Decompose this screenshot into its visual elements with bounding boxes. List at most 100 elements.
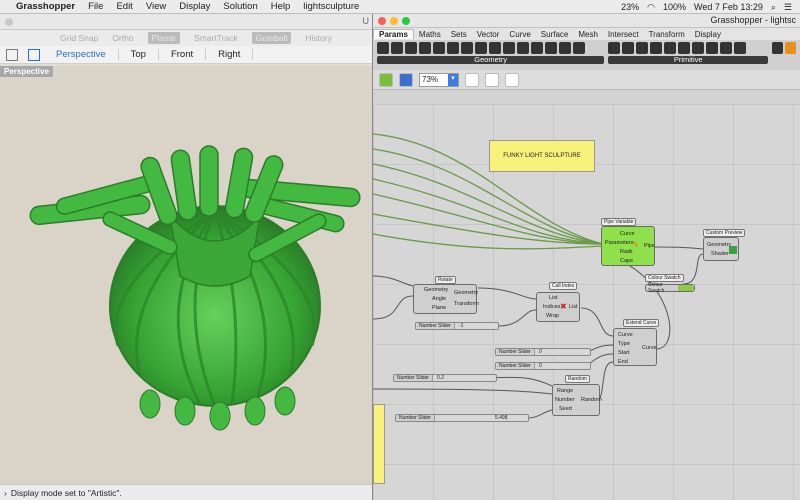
number-slider[interactable]: Number Slider 5.498 xyxy=(395,414,529,422)
single-view-icon[interactable] xyxy=(28,48,40,61)
param-icon[interactable] xyxy=(573,42,585,54)
tab-perspective[interactable]: Perspective xyxy=(44,49,119,60)
param-icon[interactable] xyxy=(461,42,473,54)
download-icon[interactable] xyxy=(772,42,783,54)
close-button[interactable] xyxy=(5,18,13,26)
cull-input-wrap[interactable]: Wrap xyxy=(546,313,559,319)
tab-surface[interactable]: Surface xyxy=(536,30,574,39)
tab-front[interactable]: Front xyxy=(159,49,207,60)
number-slider[interactable]: Number Slider 0.2 xyxy=(393,374,497,382)
extend-input-start[interactable]: Start xyxy=(618,350,630,356)
menu-file[interactable]: File xyxy=(88,1,103,12)
fire-icon[interactable] xyxy=(785,42,796,54)
menu-display[interactable]: Display xyxy=(179,1,210,12)
chevron-down-icon[interactable]: ▾ xyxy=(448,73,458,86)
tab-params[interactable]: Params xyxy=(373,29,414,39)
param-icon[interactable] xyxy=(517,42,529,54)
pipe-input-caps[interactable]: Caps xyxy=(620,258,633,264)
title-panel[interactable]: FUNKY LIGHT SCULPTURE xyxy=(489,140,595,172)
param-icon[interactable] xyxy=(447,42,459,54)
param-icon[interactable] xyxy=(531,42,543,54)
tab-mesh[interactable]: Mesh xyxy=(573,30,603,39)
layout-grid-icon[interactable] xyxy=(6,48,18,61)
param-icon[interactable] xyxy=(489,42,501,54)
param-icon[interactable] xyxy=(678,42,691,54)
rotate-input-angle[interactable]: Angle xyxy=(432,296,446,302)
planar-toggle[interactable]: Planar xyxy=(147,32,181,44)
colour-swatch-node[interactable]: Colour Swatch xyxy=(645,282,695,294)
smarttrack-toggle[interactable]: SmartTrack xyxy=(194,33,238,43)
spotlight-icon[interactable]: ⌕ xyxy=(771,2,776,13)
rotate-output-geometry[interactable]: Geometry xyxy=(454,290,478,296)
param-icon[interactable] xyxy=(391,42,403,54)
eye-icon[interactable] xyxy=(485,72,499,87)
extend-output-curve[interactable]: Curve xyxy=(642,345,657,351)
param-icon[interactable] xyxy=(377,42,389,54)
gumball-toggle[interactable]: Gumball xyxy=(251,32,292,44)
param-icon[interactable] xyxy=(706,42,719,54)
tab-intersect[interactable]: Intersect xyxy=(603,30,644,39)
param-icon[interactable] xyxy=(692,42,705,54)
tab-right[interactable]: Right xyxy=(206,49,254,60)
history-toggle[interactable]: History xyxy=(305,33,331,43)
tab-sets[interactable]: Sets xyxy=(446,30,472,39)
clock[interactable]: Wed 7 Feb 13:29 xyxy=(694,2,763,12)
rotate-output-transform[interactable]: Transform xyxy=(454,301,479,307)
number-slider[interactable]: Number Slider -1 xyxy=(415,322,499,330)
zoom-button[interactable] xyxy=(402,17,410,25)
notification-icon[interactable]: ☰ xyxy=(784,2,792,13)
swatch-color[interactable] xyxy=(677,285,694,291)
grid-snap-toggle[interactable]: Grid Snap xyxy=(60,33,98,43)
param-icon[interactable] xyxy=(664,42,677,54)
rotate-input-geometry[interactable]: Geometry xyxy=(424,287,448,293)
menu-help[interactable]: Help xyxy=(271,1,291,12)
param-icon[interactable] xyxy=(636,42,649,54)
param-icon[interactable] xyxy=(559,42,571,54)
menu-document[interactable]: lightsculpture xyxy=(303,1,359,12)
param-icon[interactable] xyxy=(419,42,431,54)
tab-top[interactable]: Top xyxy=(119,49,159,60)
zoom-extents-icon[interactable] xyxy=(465,72,479,87)
battery-right-label[interactable]: 100% xyxy=(663,2,686,12)
tab-display[interactable]: Display xyxy=(690,30,726,39)
rotate-node[interactable]: Geometry Angle Plane Geometry Transform xyxy=(413,284,479,314)
tab-curve[interactable]: Curve xyxy=(504,30,535,39)
ortho-toggle[interactable]: Ortho xyxy=(112,33,133,43)
param-icon[interactable] xyxy=(433,42,445,54)
chevron-right-icon[interactable]: › xyxy=(4,488,7,498)
side-panel[interactable] xyxy=(373,404,385,484)
param-icon[interactable] xyxy=(405,42,417,54)
random-output[interactable]: Random xyxy=(581,397,602,403)
close-button[interactable] xyxy=(378,17,386,25)
pipe-input-parameters[interactable]: Parameters xyxy=(605,240,633,246)
preview-input-shader[interactable]: Shader xyxy=(711,251,729,257)
param-icon[interactable] xyxy=(734,42,747,54)
param-icon[interactable] xyxy=(545,42,557,54)
random-input-seed[interactable]: Seed xyxy=(559,406,572,412)
cull-index-node[interactable]: List Indices Wrap List ✖ xyxy=(536,292,580,322)
tab-vector[interactable]: Vector xyxy=(472,30,505,39)
random-input-number[interactable]: Number xyxy=(555,397,575,403)
param-icon[interactable] xyxy=(475,42,487,54)
menu-edit[interactable]: Edit xyxy=(116,1,132,12)
sketch-icon[interactable] xyxy=(505,72,519,87)
cull-input-indices[interactable]: Indices xyxy=(543,304,560,310)
perspective-viewport[interactable]: Perspective xyxy=(0,66,372,484)
param-icon[interactable] xyxy=(720,42,733,54)
param-icon[interactable] xyxy=(650,42,663,54)
zoom-select[interactable]: 73% ▾ xyxy=(419,72,459,87)
pipe-output[interactable]: Pipe xyxy=(644,243,655,249)
pipe-variable-node[interactable]: Curve Parameters Radii Caps Pipe ✎ xyxy=(601,226,655,266)
preview-input-geometry[interactable]: Geometry xyxy=(707,242,731,248)
extend-curve-node[interactable]: Curve Type Start End Curve xyxy=(613,328,657,366)
param-icon[interactable] xyxy=(608,42,621,54)
pipe-input-curve[interactable]: Curve xyxy=(620,231,635,237)
number-slider[interactable]: Number Slider 0 xyxy=(495,348,591,356)
viewport-label[interactable]: Perspective xyxy=(0,66,53,77)
pipe-input-radii[interactable]: Radii xyxy=(620,249,633,255)
open-file-icon[interactable] xyxy=(379,72,393,87)
rotate-input-plane[interactable]: Plane xyxy=(432,305,446,311)
param-icon[interactable] xyxy=(503,42,515,54)
wifi-icon[interactable]: ◠ xyxy=(647,2,655,13)
param-icon[interactable] xyxy=(622,42,635,54)
